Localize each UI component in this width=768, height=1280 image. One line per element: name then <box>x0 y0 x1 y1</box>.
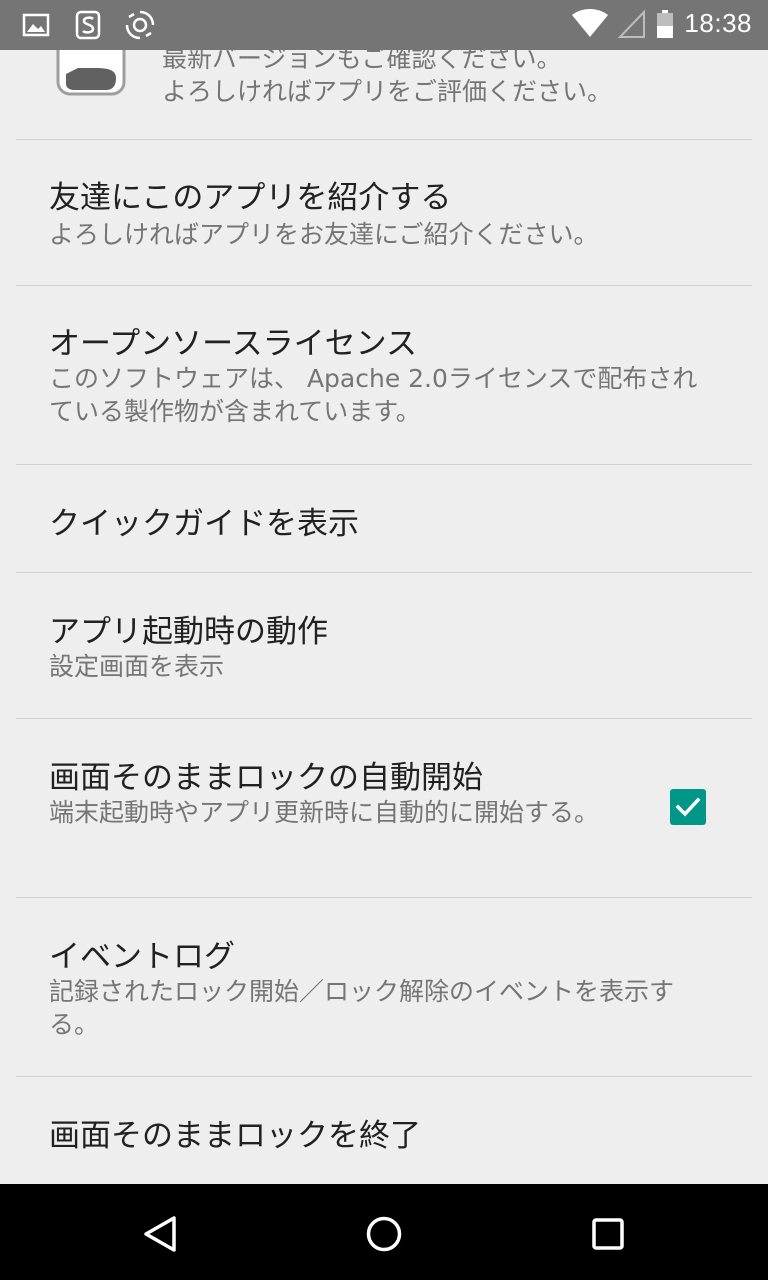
rate-app-summary-line2: よろしければアプリをご評価ください。 <box>162 77 613 106</box>
wifi-icon <box>572 8 609 37</box>
rate-app-summary-line1: 最新バージョンもご確認ください。 <box>162 50 562 73</box>
settings-item-share[interactable]: 友達にこのアプリを紹介する よろしければアプリをお友達にご紹介ください。 <box>16 140 752 286</box>
settings-item-oss-license[interactable]: オープンソースライセンス このソフトウェアは、 Apache 2.0ライセンスで… <box>16 286 752 465</box>
gallery-icon <box>22 13 50 37</box>
settings-list[interactable]: 最新バージョンもご確認ください。 よろしければアプリをご評価ください。 友達にこ… <box>0 50 768 1184</box>
app-logo-icon <box>56 50 126 96</box>
navigation-bar <box>0 1184 768 1280</box>
share-summary: よろしければアプリをお友達にご紹介ください。 <box>49 220 599 249</box>
event-log-summary: 記録されたロック開始／ロック解除のイベントを表示する。 <box>49 977 675 1039</box>
sync-swirl-icon <box>125 10 155 40</box>
oss-license-title: オープンソースライセンス <box>49 326 417 362</box>
recents-icon[interactable] <box>588 1214 628 1254</box>
app-s-icon <box>75 10 101 40</box>
battery-icon <box>657 9 674 38</box>
cell-signal-icon <box>618 9 646 38</box>
settings-item-quick-guide[interactable]: クイックガイドを表示 <box>16 465 752 573</box>
rate-app-summary: 最新バージョンもご確認ください。 よろしければアプリをご評価ください。 <box>162 50 722 108</box>
auto-start-title: 画面そのままロックの自動開始 <box>49 760 483 796</box>
settings-item-event-log[interactable]: イベントログ 記録されたロック開始／ロック解除のイベントを表示する。 <box>16 898 752 1077</box>
event-log-title: イベントログ <box>49 939 235 975</box>
oss-license-summary: このソフトウェアは、 Apache 2.0ライセンスで配布されている製作物が含ま… <box>49 364 698 426</box>
settings-item-exit[interactable]: 画面そのままロックを終了 <box>16 1077 752 1184</box>
home-icon[interactable] <box>364 1214 404 1254</box>
auto-start-summary: 端末起動時やアプリ更新時に自動的に開始する。 <box>49 798 600 827</box>
launch-action-summary: 設定画面を表示 <box>49 652 225 681</box>
settings-item-launch-action[interactable]: アプリ起動時の動作 設定画面を表示 <box>16 573 752 719</box>
status-clock: 18:38 <box>684 8 752 38</box>
settings-item-auto-start[interactable]: 画面そのままロックの自動開始 端末起動時やアプリ更新時に自動的に開始する。 <box>16 719 752 898</box>
status-bar: 18:38 <box>0 0 768 50</box>
back-icon[interactable] <box>140 1214 180 1254</box>
checkmark-icon <box>675 797 701 817</box>
quick-guide-title: クイックガイドを表示 <box>49 506 359 542</box>
settings-item-rate-app[interactable]: 最新バージョンもご確認ください。 よろしければアプリをご評価ください。 <box>16 50 752 140</box>
share-title: 友達にこのアプリを紹介する <box>49 180 452 216</box>
launch-action-title: アプリ起動時の動作 <box>49 614 328 650</box>
auto-start-checkbox[interactable] <box>670 789 706 825</box>
exit-title: 画面そのままロックを終了 <box>49 1118 421 1154</box>
